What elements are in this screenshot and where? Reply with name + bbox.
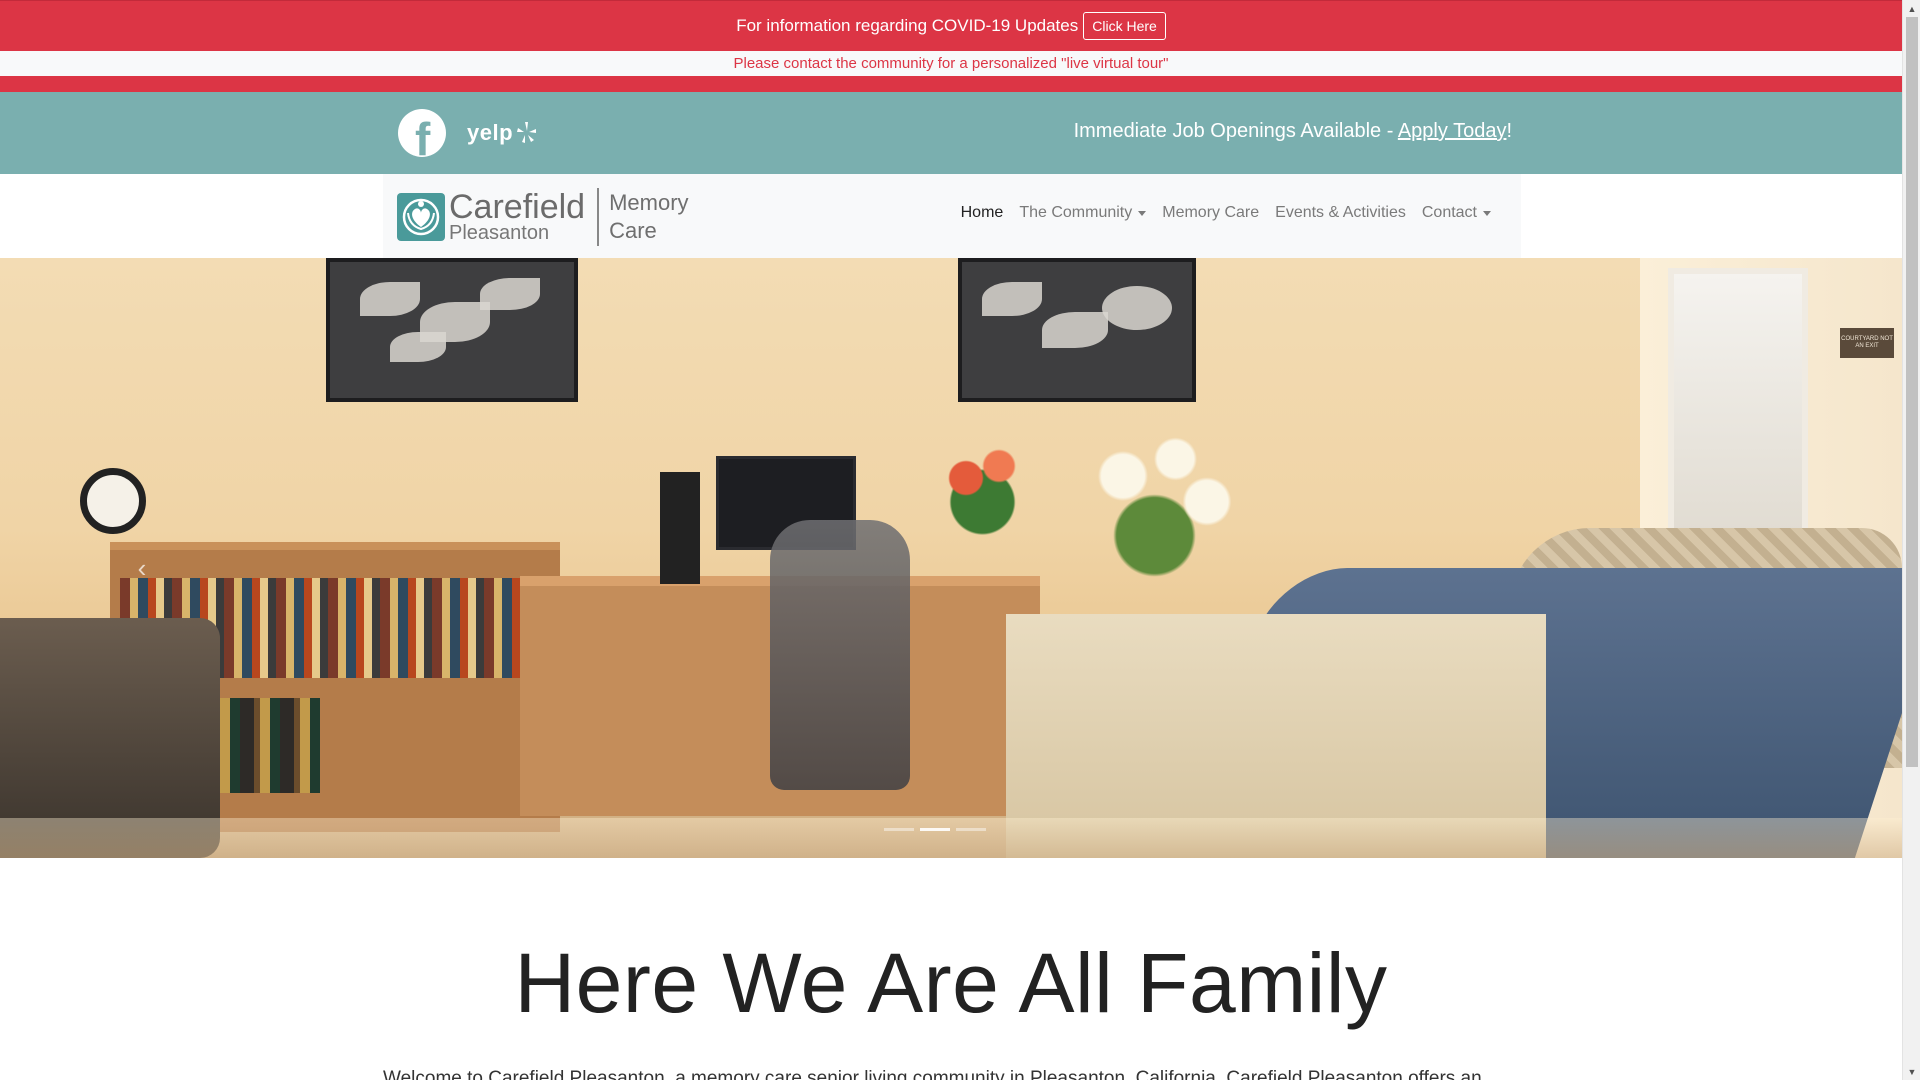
carousel-indicator[interactable] — [956, 828, 986, 831]
site-logo[interactable]: Carefield Pleasanton Memory Care — [397, 187, 689, 247]
red-strip-divider — [0, 76, 1902, 92]
caret-down-icon — [1483, 210, 1491, 216]
nav-item-label: Home — [960, 204, 1004, 221]
logo-tagline: Memory Care — [609, 189, 688, 245]
logo-tagline-line1: Memory — [609, 190, 689, 215]
navbar-container: Carefield Pleasanton Memory Care Home Th… — [383, 174, 1521, 258]
social-bar: f yelp Immediate Job Openings Available … — [0, 92, 1902, 174]
job-openings-notice: Immediate Job Openings Available - Apply… — [1074, 120, 1512, 143]
nav-item-the-community[interactable]: The Community — [1011, 204, 1154, 222]
scroll-thumb[interactable] — [1906, 17, 1918, 767]
virtual-tour-banner: Please contact the community for a perso… — [0, 51, 1902, 76]
yelp-icon[interactable]: yelp — [467, 118, 537, 148]
covid-click-here-button[interactable]: Click Here — [1083, 12, 1166, 40]
scroll-down-icon[interactable]: ▼ — [1903, 1063, 1920, 1080]
nav-item-label: The Community — [1019, 204, 1133, 221]
nav-item-label: Contact — [1421, 204, 1477, 221]
carefield-logo-icon — [397, 193, 445, 241]
virtual-tour-text: Please contact the community for a perso… — [733, 55, 1169, 72]
hero-courtyard-sign: COURTYARD NOT AN EXIT — [1840, 328, 1894, 358]
nav-item-label: Events & Activities — [1275, 204, 1406, 221]
covid-banner: For information regarding COVID-19 Updat… — [0, 0, 1902, 51]
carousel-indicator[interactable] — [920, 828, 950, 831]
main-nav: Home The Community Memory Care Events & … — [953, 204, 1499, 222]
nav-item-memory-care[interactable]: Memory Care — [1154, 204, 1267, 222]
covid-banner-text: For information regarding COVID-19 Updat… — [736, 16, 1079, 35]
hero-tulips — [922, 418, 1032, 538]
logo-wordmark: Carefield Pleasanton — [449, 188, 586, 244]
hero-orchid — [1060, 408, 1270, 578]
caret-down-icon — [1138, 210, 1147, 216]
nav-item-events-activities[interactable]: Events & Activities — [1267, 204, 1414, 222]
hero-botanical-frame-right — [958, 258, 1196, 402]
carousel-prev-icon[interactable]: ‹ — [130, 548, 154, 588]
scroll-up-icon[interactable]: ▲ — [1903, 0, 1920, 17]
page-scrollbar[interactable]: ▲ ▼ — [1902, 0, 1920, 1080]
yelp-burst-icon — [517, 122, 537, 143]
logo-brand: Carefield — [449, 188, 586, 226]
facebook-icon[interactable]: f — [398, 109, 446, 157]
logo-tagline-line2: Care — [609, 218, 657, 243]
hero-botanical-frame-left — [326, 258, 578, 402]
logo-divider — [597, 188, 600, 246]
nav-item-label: Memory Care — [1162, 204, 1260, 221]
logo-location: Pleasanton — [449, 222, 550, 244]
yelp-label: yelp — [467, 120, 514, 145]
carousel-indicators — [884, 828, 986, 831]
navbar: Carefield Pleasanton Memory Care Home Th… — [0, 174, 1902, 258]
hero-computer-tower — [660, 472, 700, 584]
nav-item-contact[interactable]: Contact — [1414, 204, 1499, 222]
facebook-glyph: f — [415, 113, 431, 157]
page: For information regarding COVID-19 Updat… — [0, 0, 1902, 1080]
intro-paragraph: Welcome to Carefield Pleasanton, a memor… — [383, 1068, 1482, 1080]
apply-today-link[interactable]: Apply Today — [1398, 120, 1507, 142]
carousel-indicator[interactable] — [884, 828, 914, 831]
hero-floor — [0, 818, 1902, 858]
hero-clock — [80, 468, 146, 534]
page-title: Here We Are All Family — [514, 936, 1388, 1030]
job-openings-text: Immediate Job Openings Available - — [1073, 120, 1398, 142]
hero-office-chair — [770, 520, 910, 790]
hero-carousel: COURTYARD NOT AN EXIT ‹ — [0, 258, 1902, 858]
job-openings-suffix: ! — [1506, 120, 1512, 142]
nav-item-home[interactable]: Home — [953, 204, 1012, 222]
